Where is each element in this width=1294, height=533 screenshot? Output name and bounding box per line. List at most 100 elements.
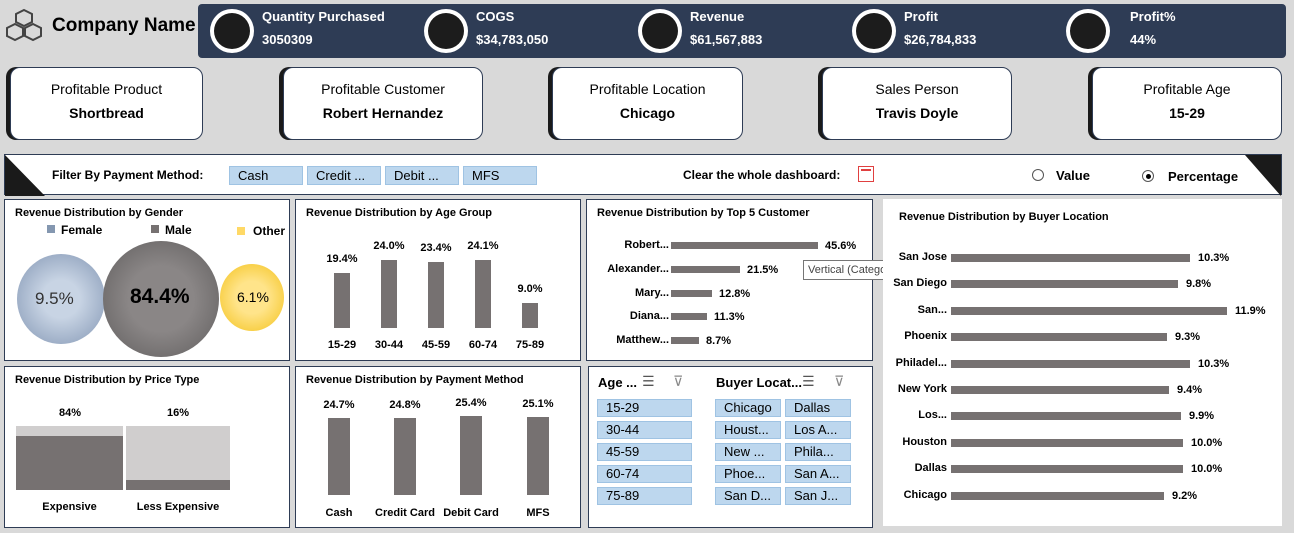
bar-location — [951, 412, 1181, 421]
kpi-quantity: Quantity Purchased 3050309 — [210, 4, 385, 58]
data-label: 9.0% — [517, 283, 543, 295]
data-label: 21.5% — [747, 264, 779, 276]
card-sales-person: Sales Person Travis Doyle — [822, 67, 1012, 140]
bar-customer-3 — [671, 290, 712, 297]
kpi-value: $26,784,833 — [904, 32, 977, 47]
card-label: Profitable Customer — [321, 81, 445, 97]
clear-dashboard-icon[interactable] — [858, 166, 874, 182]
slicer-item[interactable]: Chicago — [715, 399, 781, 417]
card-profitable-age: Profitable Age 15-29 — [1092, 67, 1282, 140]
cubes-logo-icon — [6, 8, 42, 42]
corner-decoration — [5, 155, 45, 196]
slicer-item[interactable]: New ... — [715, 443, 781, 461]
data-label: 12.8% — [719, 288, 751, 300]
card-value: Travis Doyle — [875, 105, 959, 121]
chip-mfs[interactable]: MFS — [463, 166, 537, 185]
chip-cash[interactable]: Cash — [229, 166, 303, 185]
kpi-profit: Profit $26,784,833 — [852, 4, 976, 58]
slicer-item[interactable]: Phila... — [785, 443, 851, 461]
tick-label: San... — [917, 303, 947, 316]
gender-panel: Revenue Distribution by Gender Female Ma… — [4, 199, 290, 361]
slicer-item[interactable]: 75-89 — [597, 487, 692, 505]
card-label: Profitable Product — [50, 81, 163, 97]
filter-label: Filter By Payment Method: — [52, 168, 204, 182]
data-label: 9.2% — [1172, 489, 1198, 502]
slicer-item[interactable]: Houst... — [715, 421, 781, 439]
data-label: 10.0% — [1191, 463, 1223, 476]
legend-swatch-male — [151, 225, 159, 233]
bar-credit-card — [394, 418, 416, 495]
kpi-label: COGS — [476, 9, 515, 24]
tick-label: Robert... — [624, 239, 669, 251]
clear-filter-icon[interactable]: ⊽ — [673, 373, 683, 390]
card-value: Shortbread — [69, 105, 144, 121]
kpi-bar: Quantity Purchased 3050309 COGS $34,783,05… — [198, 4, 1286, 58]
bar-customer-4 — [671, 313, 707, 320]
chip-debit[interactable]: Debit ... — [385, 166, 459, 185]
tick-label: 30-44 — [374, 339, 404, 351]
panel-title: Revenue Distribution by Price Type — [15, 374, 200, 386]
kpi-profit-percent: Profit% 44% — [1066, 4, 1176, 58]
radio-value-label: Value — [1056, 168, 1090, 183]
kpi-value: $61,567,883 — [690, 32, 763, 47]
slicer-item[interactable]: 15-29 — [597, 399, 692, 417]
top-customer-panel: Revenue Distribution by Top 5 Customer R… — [586, 199, 873, 361]
bar-45-59 — [428, 262, 444, 328]
kpi-label: Profit% — [1130, 9, 1176, 24]
slicer-item[interactable]: 60-74 — [597, 465, 692, 483]
card-value: Robert Hernandez — [322, 105, 444, 121]
data-label: 10.3% — [1198, 252, 1230, 264]
legend-swatch-female — [47, 225, 55, 233]
clear-filter-icon[interactable]: ⊽ — [834, 373, 844, 390]
bar-cash — [328, 418, 350, 495]
kpi-revenue: Revenue $61,567,883 — [638, 4, 762, 58]
bar-75-89 — [522, 303, 538, 328]
card-profitable-location: Profitable Location Chicago — [552, 67, 743, 140]
bar-location — [951, 465, 1183, 474]
kpi-value: 3050309 — [262, 32, 313, 47]
tick-label: Philadel... — [895, 356, 947, 369]
bar-location — [951, 333, 1167, 342]
slicer-item[interactable]: Phoe... — [715, 465, 781, 483]
panel-title: Revenue Distribution by Buyer Location — [899, 211, 1109, 223]
tick-label: 60-74 — [468, 339, 498, 351]
tick-label: Credit Card — [375, 507, 435, 519]
value-other: 6.1% — [237, 289, 269, 305]
multi-select-icon[interactable]: ☰ — [642, 373, 655, 390]
tick-label: New York — [897, 383, 947, 395]
slicer-item[interactable]: San D... — [715, 487, 781, 505]
age-group-panel: Revenue Distribution by Age Group 19.4% … — [295, 199, 581, 361]
legend-swatch-other — [237, 227, 245, 235]
kpi-value: 44% — [1130, 32, 1157, 47]
filter-bar: Filter By Payment Method: Cash Credit ..… — [4, 154, 1282, 196]
payment-method-panel: Revenue Distribution by Payment Method 2… — [295, 366, 581, 528]
card-profitable-product: Profitable Product Shortbread — [10, 67, 203, 140]
legend-male: Male — [165, 223, 192, 237]
chip-credit[interactable]: Credit ... — [307, 166, 381, 185]
card-profitable-customer: Profitable Customer Robert Hernandez — [283, 67, 483, 140]
radio-percentage-label: Percentage — [1168, 169, 1239, 184]
tick-label: Cash — [325, 507, 353, 519]
slicer-item[interactable]: Dallas — [785, 399, 851, 417]
multi-select-icon[interactable]: ☰ — [802, 373, 815, 390]
tick-label: San Diego — [893, 277, 947, 290]
corner-decoration — [1245, 155, 1281, 196]
slicer-item[interactable]: 45-59 — [597, 443, 692, 461]
slicer-item[interactable]: San A... — [785, 465, 851, 483]
bar-location — [951, 254, 1190, 262]
data-label: 24.7% — [323, 399, 355, 411]
radio-percentage[interactable] — [1142, 170, 1154, 182]
tick-label: Matthew... — [616, 334, 669, 346]
slicer-item[interactable]: 30-44 — [597, 421, 692, 439]
slicer-item[interactable]: Los A... — [785, 421, 851, 439]
slicer-item[interactable]: San J... — [785, 487, 851, 505]
data-label: 10.3% — [1198, 357, 1230, 370]
company-logo-area: Company Name — [4, 4, 199, 48]
card-value: Chicago — [619, 105, 676, 121]
radio-value[interactable] — [1032, 169, 1044, 181]
data-label: 11.3% — [714, 311, 745, 323]
bar-location — [951, 306, 1227, 315]
kpi-label: Profit — [904, 9, 938, 24]
tick-label: Dallas — [914, 462, 947, 475]
tick-label: San Jose — [898, 251, 947, 263]
